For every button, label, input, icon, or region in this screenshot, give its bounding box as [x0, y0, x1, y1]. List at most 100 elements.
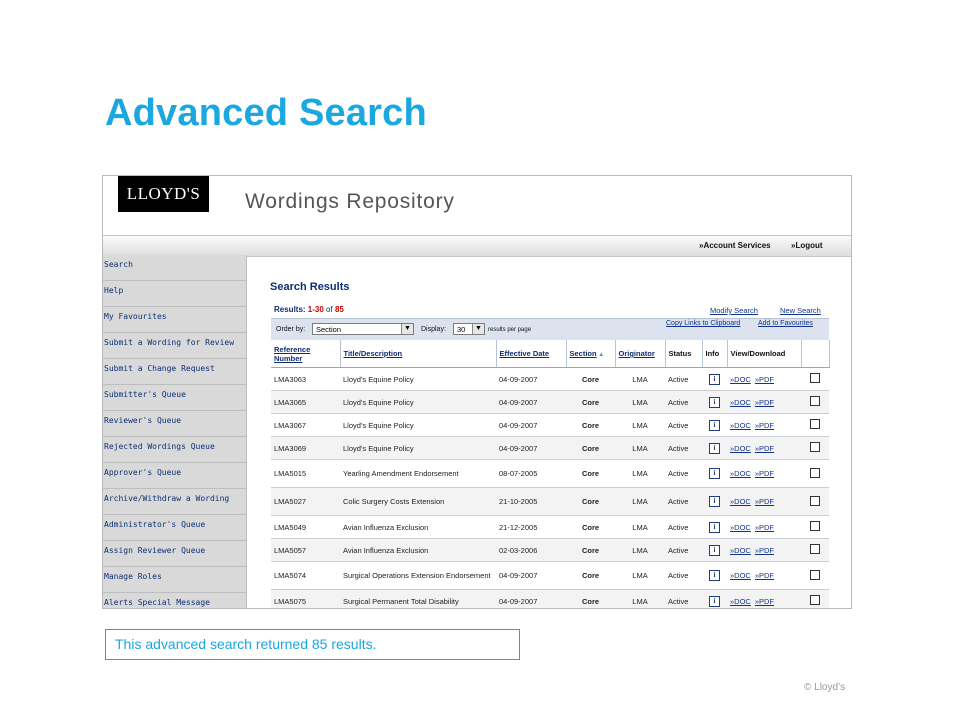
col-title-description[interactable]: Title/Description	[340, 340, 497, 368]
col-reference-number[interactable]: Reference Number	[271, 340, 341, 368]
doc-download-link[interactable]: »DOC	[730, 398, 751, 407]
cell-date: 04-09-2007	[496, 367, 566, 391]
cell-date: 21-10-2005	[496, 487, 566, 516]
order-by-select[interactable]: Section ▼	[312, 323, 414, 335]
cell-info: i	[702, 390, 727, 414]
doc-download-link[interactable]: »DOC	[730, 571, 751, 580]
col-section[interactable]: Section ▲	[566, 340, 616, 368]
col-select	[801, 340, 830, 368]
row-select-checkbox[interactable]	[810, 419, 820, 429]
sidebar-item-my-favourites[interactable]: My Favourites	[103, 307, 246, 333]
col-originator[interactable]: Originator	[615, 340, 666, 368]
display-count-select[interactable]: 30 ▼	[453, 323, 485, 335]
new-search-link[interactable]: New Search	[780, 306, 821, 315]
row-select-checkbox[interactable]	[810, 544, 820, 554]
cell-select	[801, 487, 829, 516]
sidebar-item-administrators-queue[interactable]: Administrator's Queue	[103, 515, 246, 541]
cell-reference: LMA5075	[271, 589, 340, 608]
pdf-download-link[interactable]: »PDF	[755, 421, 774, 430]
pdf-download-link[interactable]: »PDF	[755, 444, 774, 453]
table-row: LMA3063 Lloyd's Equine Policy 04-09-2007 Co…	[271, 367, 829, 391]
pdf-download-link[interactable]: »PDF	[755, 546, 774, 555]
info-icon[interactable]: i	[709, 442, 720, 454]
cell-title: Lloyd's Equine Policy	[340, 436, 496, 460]
row-select-checkbox[interactable]	[810, 495, 820, 506]
pdf-download-link[interactable]: »PDF	[755, 571, 774, 580]
row-select-checkbox[interactable]	[810, 442, 820, 452]
pdf-download-link[interactable]: »PDF	[755, 597, 774, 606]
cell-title: Surgical Operations Extension Endorsemen…	[340, 561, 496, 590]
cell-originator: LMA	[615, 459, 665, 488]
doc-download-link[interactable]: »DOC	[730, 497, 751, 506]
cell-info: i	[702, 367, 727, 391]
cell-section: Core	[566, 487, 615, 516]
info-icon[interactable]: i	[709, 595, 720, 607]
sidebar-item-assign-reviewer[interactable]: Assign Reviewer Queue	[103, 541, 246, 567]
table-row: LMA5015 Yearling Amendment Endorsement 08-…	[271, 459, 829, 488]
modify-search-link[interactable]: Modify Search	[710, 306, 758, 315]
cell-date: 04-09-2007	[496, 413, 566, 437]
add-favourites-link[interactable]: Add to Favourites	[758, 320, 813, 327]
info-icon[interactable]: i	[709, 396, 720, 408]
cell-originator: LMA	[615, 487, 665, 516]
cell-section: Core	[566, 459, 615, 488]
info-icon[interactable]: i	[709, 496, 720, 507]
cell-view-download: »DOC »PDF	[727, 487, 801, 516]
doc-download-link[interactable]: »DOC	[730, 421, 751, 430]
sidebar-item-reviewers-queue[interactable]: Reviewer's Queue	[103, 411, 246, 437]
cell-status: Active	[665, 367, 702, 391]
sidebar-item-rejected-queue[interactable]: Rejected Wordings Queue	[103, 437, 246, 463]
cell-view-download: »DOC »PDF	[727, 459, 801, 488]
sidebar-item-manage-roles[interactable]: Manage Roles	[103, 567, 246, 593]
cell-title: Lloyd's Equine Policy	[340, 413, 496, 437]
row-select-checkbox[interactable]	[810, 396, 820, 406]
sidebar-item-approvers-queue[interactable]: Approver's Queue	[103, 463, 246, 489]
cell-view-download: »DOC »PDF	[727, 390, 801, 414]
copy-links-link[interactable]: Copy Links to Clipboard	[666, 320, 740, 327]
row-select-checkbox[interactable]	[810, 569, 820, 580]
sidebar-item-submitters-queue[interactable]: Submitter's Queue	[103, 385, 246, 411]
logout-link[interactable]: »Logout	[791, 241, 823, 250]
row-select-checkbox[interactable]	[810, 467, 820, 478]
cell-status: Active	[665, 561, 702, 590]
doc-download-link[interactable]: »DOC	[730, 444, 751, 453]
row-select-checkbox[interactable]	[810, 373, 820, 383]
cell-select	[801, 515, 829, 539]
cell-originator: LMA	[615, 538, 665, 562]
cell-select	[801, 459, 829, 488]
account-services-link[interactable]: »Account Services	[699, 241, 771, 250]
sidebar-item-submit-wording[interactable]: Submit a Wording for Review	[103, 333, 246, 359]
pdf-download-link[interactable]: »PDF	[755, 469, 774, 478]
info-icon[interactable]: i	[709, 468, 720, 479]
info-icon[interactable]: i	[709, 373, 720, 385]
pdf-download-link[interactable]: »PDF	[755, 398, 774, 407]
row-select-checkbox[interactable]	[810, 595, 820, 605]
pdf-download-link[interactable]: »PDF	[755, 523, 774, 532]
cell-reference: LMA3063	[271, 367, 340, 391]
doc-download-link[interactable]: »DOC	[730, 523, 751, 532]
pdf-download-link[interactable]: »PDF	[755, 375, 774, 384]
cell-title: Colic Surgery Costs Extension	[340, 487, 496, 516]
results-range: 1-30	[307, 305, 324, 314]
info-icon[interactable]: i	[709, 521, 720, 533]
cell-select	[801, 589, 829, 608]
chevron-down-icon: ▼	[401, 324, 413, 334]
info-icon[interactable]: i	[709, 419, 720, 431]
sidebar-item-help[interactable]: Help	[103, 281, 246, 307]
info-icon[interactable]: i	[709, 544, 720, 556]
row-select-checkbox[interactable]	[810, 521, 820, 531]
doc-download-link[interactable]: »DOC	[730, 546, 751, 555]
doc-download-link[interactable]: »DOC	[730, 469, 751, 478]
sidebar-item-archive-withdraw[interactable]: Archive/Withdraw a Wording	[103, 489, 246, 515]
sidebar-item-submit-change-request[interactable]: Submit a Change Request	[103, 359, 246, 385]
cell-info: i	[702, 515, 727, 539]
doc-download-link[interactable]: »DOC	[730, 597, 751, 606]
table-row: LMA5027 Colic Surgery Costs Extension 21-1…	[271, 487, 829, 516]
sidebar-item-search[interactable]: Search	[103, 255, 246, 281]
sidebar-item-alerts-message[interactable]: Alerts Special Message	[103, 593, 246, 608]
cell-status: Active	[665, 413, 702, 437]
info-icon[interactable]: i	[709, 570, 720, 581]
doc-download-link[interactable]: »DOC	[730, 375, 751, 384]
pdf-download-link[interactable]: »PDF	[755, 497, 774, 506]
col-effective-date[interactable]: Effective Date	[496, 340, 567, 368]
